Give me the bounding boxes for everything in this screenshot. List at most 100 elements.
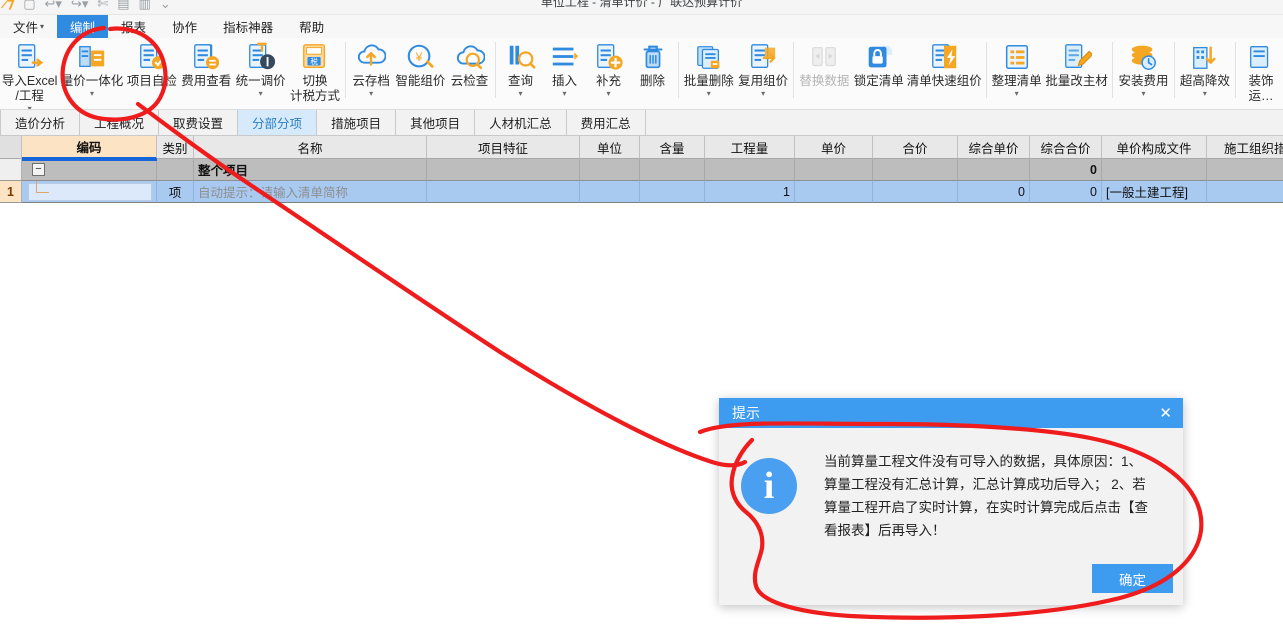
ribbon-button-install-fee[interactable]: 安装费用 ▾ bbox=[1116, 38, 1170, 98]
table-cell-code[interactable]: − bbox=[22, 159, 157, 181]
column-header-编码[interactable]: 编码 bbox=[22, 136, 157, 159]
ribbon-button-batch-change-material[interactable]: 批量改主材 bbox=[1044, 38, 1109, 89]
ribbon-button-super-height-reduction[interactable]: 超高降效 ▾ bbox=[1178, 38, 1232, 98]
table-cell-unit[interactable] bbox=[580, 181, 640, 203]
table-cell-measures[interactable] bbox=[1207, 181, 1283, 203]
ribbon-button-decoration-transport[interactable]: 装饰 运… bbox=[1239, 38, 1283, 104]
expand-collapse-icon[interactable]: − bbox=[32, 163, 45, 176]
column-header-单价[interactable]: 单价 bbox=[795, 136, 873, 159]
ribbon-button-quantity-price-integration[interactable]: 量价一体化 ▾ bbox=[59, 38, 124, 98]
table-cell-content[interactable] bbox=[640, 159, 705, 181]
chevron-down-icon[interactable]: ▾ bbox=[90, 90, 94, 98]
ribbon-button-fee-view[interactable]: 费用查看 bbox=[179, 38, 233, 89]
column-header-综合合价[interactable]: 综合合价 bbox=[1030, 136, 1102, 159]
column-header-含量[interactable]: 含量 bbox=[640, 136, 705, 159]
menu-item-indicator-tool[interactable]: 指标神器 bbox=[210, 15, 286, 38]
close-icon[interactable]: ✕ bbox=[1159, 406, 1172, 421]
column-header-类别[interactable]: 类别 bbox=[157, 136, 194, 159]
ribbon-button-organize-list[interactable]: 整理清单 ▾ bbox=[990, 38, 1044, 98]
tab-其他项目[interactable]: 其他项目 bbox=[396, 110, 476, 135]
ribbon-button-supplement[interactable]: 补充 ▾ bbox=[587, 38, 631, 98]
table-cell-measures[interactable] bbox=[1207, 159, 1283, 181]
table-cell-unit[interactable] bbox=[580, 159, 640, 181]
table-cell-name[interactable]: 整个项目 bbox=[194, 159, 427, 181]
menu-item-report[interactable]: 报表 bbox=[108, 15, 159, 38]
ribbon-button-import-excel[interactable]: 导入Excel/工程 ▾ bbox=[0, 38, 59, 109]
ribbon-button-batch-delete[interactable]: 批量删除 ▾ bbox=[682, 38, 736, 98]
table-row[interactable]: 1 项自动提示：请输入清单简称 1 0 0 [一般土建工程] bbox=[0, 181, 1283, 203]
chevron-down-icon[interactable]: ▾ bbox=[563, 90, 567, 98]
table-cell-price[interactable] bbox=[795, 181, 873, 203]
table-cell-price_file[interactable] bbox=[1102, 159, 1207, 181]
row-number-cell[interactable]: 1 bbox=[0, 181, 22, 203]
ribbon-button-reuse-price[interactable]: 复用组价 ▾ bbox=[736, 38, 790, 98]
table-row[interactable]: − 整个项目 0 bbox=[0, 159, 1283, 181]
ribbon-button-smart-pricing[interactable]: ¥ 智能组价 bbox=[393, 38, 447, 89]
table-cell-quantity[interactable]: 1 bbox=[705, 181, 795, 203]
tab-分部分项[interactable]: 分部分项 bbox=[238, 110, 318, 135]
table-cell-comp_price[interactable]: 0 bbox=[958, 181, 1030, 203]
table-cell-comp_amount[interactable]: 0 bbox=[1030, 181, 1102, 203]
table-cell-category[interactable]: 项 bbox=[157, 181, 194, 203]
tab-费用汇总[interactable]: 费用汇总 bbox=[566, 110, 646, 135]
tab-取费设置[interactable]: 取费设置 bbox=[159, 110, 239, 135]
column-header-名称[interactable]: 名称 bbox=[194, 136, 427, 159]
chevron-down-icon[interactable]: ▾ bbox=[761, 90, 765, 98]
column-header-合价[interactable]: 合价 bbox=[873, 136, 958, 159]
ribbon-button-label: 补充 bbox=[596, 74, 622, 88]
chevron-down-icon[interactable]: ▾ bbox=[259, 90, 263, 98]
column-header-rownum[interactable] bbox=[0, 136, 22, 159]
table-cell-comp_price[interactable] bbox=[958, 159, 1030, 181]
ribbon-button-cloud-archive[interactable]: 云存档 ▾ bbox=[349, 38, 393, 98]
column-header-label: 类别 bbox=[162, 141, 188, 156]
confirm-button[interactable]: 确定 bbox=[1092, 564, 1173, 593]
chevron-down-icon[interactable]: ▾ bbox=[607, 90, 611, 98]
chevron-down-icon[interactable]: ▾ bbox=[519, 90, 523, 98]
quantity-price-integration-icon bbox=[77, 42, 107, 72]
chevron-down-icon[interactable]: ▾ bbox=[369, 90, 373, 98]
table-cell-name[interactable]: 自动提示：请输入清单简称 bbox=[194, 181, 427, 203]
ribbon-button-lock-list[interactable]: 锁定清单 bbox=[852, 38, 906, 89]
ribbon-button-project-selfcheck[interactable]: 项目自检 bbox=[125, 38, 179, 89]
info-icon: i bbox=[741, 458, 797, 514]
ribbon-separator bbox=[793, 42, 795, 98]
menu-item-help[interactable]: 帮助 bbox=[286, 15, 337, 38]
column-header-工程量[interactable]: 工程量 bbox=[705, 136, 795, 159]
row-number-cell[interactable] bbox=[0, 159, 22, 181]
table-cell-content[interactable] bbox=[640, 181, 705, 203]
column-header-单位[interactable]: 单位 bbox=[580, 136, 640, 159]
tab-工程概况[interactable]: 工程概况 bbox=[80, 110, 160, 135]
menu-item-compile[interactable]: 编制 bbox=[57, 15, 109, 38]
column-header-综合单价[interactable]: 综合单价 bbox=[958, 136, 1030, 159]
menu-item-collaborate[interactable]: 协作 bbox=[159, 15, 210, 38]
ribbon-button-unified-price-adjust[interactable]: 统一调价 ▾ bbox=[233, 38, 287, 98]
table-cell-feature[interactable] bbox=[427, 181, 580, 203]
table-cell-quantity[interactable] bbox=[705, 159, 795, 181]
table-cell-category[interactable] bbox=[157, 159, 194, 181]
tab-人材机汇总[interactable]: 人材机汇总 bbox=[475, 110, 567, 135]
chevron-down-icon[interactable]: ▾ bbox=[707, 90, 711, 98]
tab-措施项目[interactable]: 措施项目 bbox=[317, 110, 397, 135]
ribbon-button-list-quick-price[interactable]: 清单快速组价 bbox=[906, 38, 983, 89]
tab-造价分析[interactable]: 造价分析 bbox=[0, 110, 81, 135]
super-height-reduction-icon bbox=[1190, 42, 1220, 72]
ribbon-button-query[interactable]: 查询 ▾ bbox=[499, 38, 543, 98]
column-header-单价构成文件[interactable]: 单价构成文件 bbox=[1102, 136, 1207, 159]
menu-item-file[interactable]: 文件 ▾ bbox=[0, 15, 57, 38]
ribbon-button-delete[interactable]: 删除 bbox=[631, 38, 675, 89]
ribbon-button-cloud-check[interactable]: 云检查 bbox=[448, 38, 492, 89]
table-cell-amount[interactable] bbox=[873, 159, 958, 181]
table-cell-feature[interactable] bbox=[427, 159, 580, 181]
table-cell-amount[interactable] bbox=[873, 181, 958, 203]
ribbon-button-insert[interactable]: 插入 ▾ bbox=[543, 38, 587, 98]
table-cell-comp_amount[interactable]: 0 bbox=[1030, 159, 1102, 181]
ribbon-button-switch-tax-method[interactable]: 税切换 计税方式 bbox=[288, 38, 342, 104]
dialog-title-bar: 提示 ✕ bbox=[719, 398, 1183, 428]
table-cell-price[interactable] bbox=[795, 159, 873, 181]
chevron-down-icon[interactable]: ▾ bbox=[1015, 90, 1019, 98]
table-cell-price_file[interactable]: [一般土建工程] bbox=[1102, 181, 1207, 203]
column-header-施工组织措施[interactable]: 施工组织措施 bbox=[1207, 136, 1283, 159]
column-header-项目特征[interactable]: 项目特征 bbox=[427, 136, 580, 159]
chevron-down-icon[interactable]: ▾ bbox=[1203, 90, 1207, 98]
chevron-down-icon[interactable]: ▾ bbox=[1141, 90, 1145, 98]
